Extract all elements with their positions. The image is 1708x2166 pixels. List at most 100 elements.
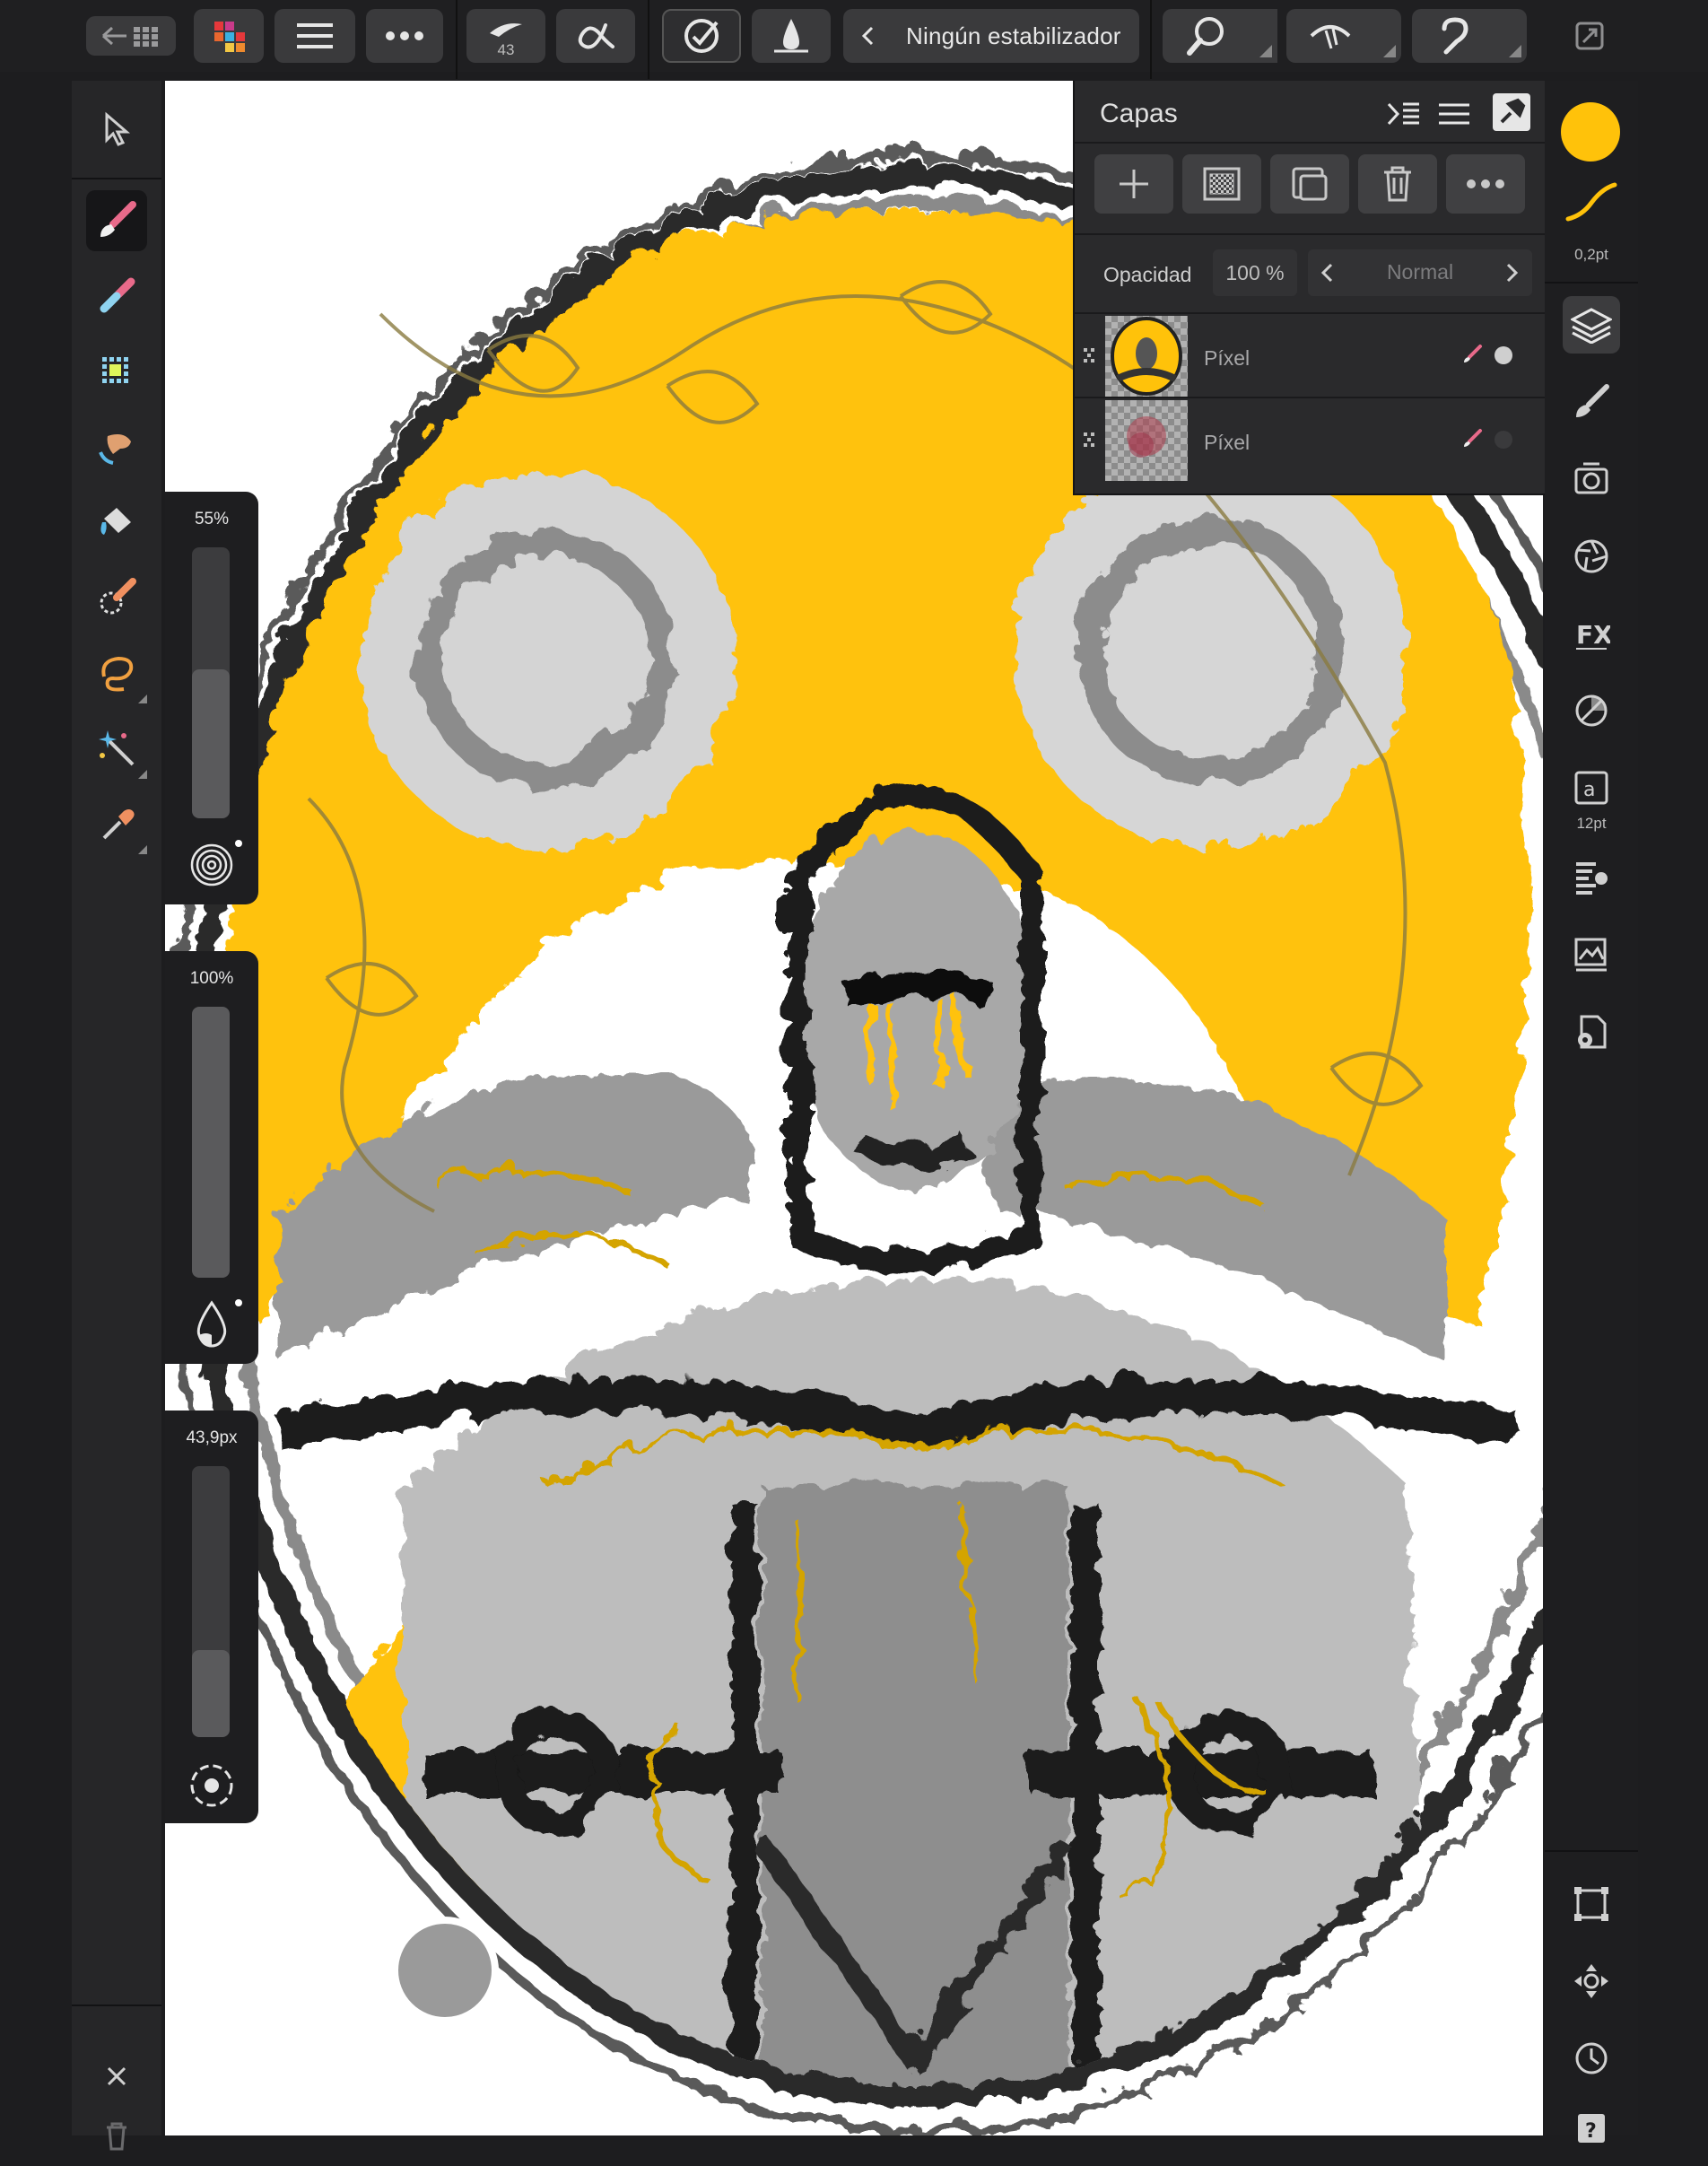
opacity-slider-track[interactable]	[192, 1007, 230, 1278]
svg-text:FX: FX	[1576, 620, 1610, 650]
layer-name: Píxel	[1204, 346, 1250, 370]
help-icon: ?	[1578, 2114, 1605, 2143]
flow-slider-fill	[192, 1650, 230, 1737]
panel-title: Capas	[1100, 99, 1178, 128]
document-gear-icon	[1578, 1015, 1607, 1049]
layer-visibility-toggle[interactable]	[1494, 346, 1512, 364]
blend-mode-selector[interactable]: Normal	[1308, 249, 1532, 296]
collapse-list-icon[interactable]	[1385, 99, 1421, 129]
color-wheel-icon	[1575, 694, 1608, 727]
layers-icon	[1571, 308, 1612, 344]
magic-wand-tool[interactable]	[86, 718, 147, 779]
back-to-gallery-button[interactable]	[86, 16, 176, 56]
move-tool[interactable]	[86, 99, 147, 160]
trash-icon	[107, 2122, 126, 2151]
magic-wand-icon	[99, 730, 135, 766]
text-box-icon: a	[1574, 771, 1608, 805]
opacity-slider[interactable]: 100%	[165, 951, 258, 1364]
adjustments-panel-button[interactable]	[1563, 450, 1620, 508]
stroke-width-label: 0,2pt	[1574, 246, 1608, 263]
delete-layer-button[interactable]	[1358, 154, 1437, 214]
document-settings-button[interactable]	[1563, 1003, 1620, 1061]
layer-row[interactable]: Píxel	[1075, 316, 1545, 397]
expand-icon	[1575, 22, 1604, 50]
navigator-panel-button[interactable]	[1563, 528, 1620, 585]
menu-button[interactable]	[274, 9, 355, 63]
paint-bucket-icon	[100, 508, 131, 535]
history-button[interactable]	[1563, 2030, 1620, 2087]
color-picker-tool[interactable]	[86, 567, 147, 628]
move-canvas-button[interactable]	[1563, 1952, 1620, 2010]
dropper-brush-icon	[100, 578, 136, 615]
stroke-curve-icon[interactable]	[1564, 179, 1618, 224]
eraser-tool[interactable]	[86, 266, 147, 327]
corner-triangle-icon	[138, 770, 147, 779]
hardness-icon	[190, 1764, 233, 1807]
drag-handle-icon[interactable]	[1082, 346, 1096, 364]
drag-handle-icon[interactable]	[1082, 431, 1096, 449]
duplicate-layer-button[interactable]	[1270, 154, 1349, 214]
brushes-panel-button[interactable]	[1563, 373, 1620, 431]
fx-panel-button[interactable]: FX	[1563, 605, 1620, 662]
size-slider-track[interactable]	[192, 547, 230, 818]
stabilizer-dropdown[interactable]: Ningún estabilizador	[843, 9, 1139, 63]
slider-indicator-dot	[235, 1299, 242, 1306]
studio-sidebar: 0,2pt FX a 12pt ?	[1545, 81, 1638, 2143]
delete-button[interactable]	[86, 2105, 147, 2166]
close-icon	[107, 2066, 126, 2086]
text-panel-button[interactable]: a	[1563, 759, 1620, 817]
eyedropper-icon	[102, 809, 135, 840]
selection-box-button[interactable]	[1563, 1875, 1620, 1933]
paint-brush-tool[interactable]	[86, 190, 147, 251]
layer-options-button[interactable]	[1446, 154, 1525, 214]
primary-color-swatch[interactable]	[1561, 102, 1620, 162]
brush-size-slider[interactable]: 55%	[165, 492, 258, 904]
layer-row[interactable]: Píxel	[1075, 400, 1545, 481]
lasso-tool[interactable]	[86, 642, 147, 703]
flow-slider[interactable]: 43,9px	[165, 1411, 258, 1823]
brush-indicator-icon	[1464, 429, 1482, 447]
stabilizer-label: Ningún estabilizador	[906, 22, 1121, 49]
fill-tool[interactable]	[86, 492, 147, 553]
size-rings-icon	[190, 843, 233, 886]
chevron-left-icon	[861, 26, 874, 46]
smudge-tool[interactable]	[86, 416, 147, 477]
lasso-icon	[101, 656, 134, 692]
assistant-button[interactable]	[1412, 9, 1527, 63]
alpha-lock-button[interactable]	[556, 9, 635, 63]
more-button[interactable]	[366, 9, 443, 63]
layer-opacity-field[interactable]: 100 %	[1213, 249, 1297, 296]
wet-edges-button[interactable]	[662, 9, 741, 63]
brush-icon	[1576, 384, 1609, 417]
fx-icon: FX	[1576, 620, 1610, 650]
flow-value: 43,9px	[186, 1428, 238, 1447]
persona-switch-button[interactable]	[194, 9, 264, 63]
eyedropper-tool[interactable]	[86, 793, 147, 854]
layer-thumbnail	[1105, 400, 1188, 481]
pin-panel-button[interactable]	[1493, 93, 1530, 131]
chevron-right-icon[interactable]	[1503, 262, 1521, 284]
add-layer-button[interactable]	[1094, 154, 1173, 214]
close-selection-button[interactable]	[86, 2046, 147, 2107]
zoom-button[interactable]	[1163, 9, 1277, 63]
help-button[interactable]: ?	[1563, 2100, 1620, 2157]
pixel-tool[interactable]	[86, 341, 147, 402]
wet-paint-button[interactable]	[752, 9, 831, 63]
plus-icon	[1120, 170, 1148, 198]
dynamics-icon	[684, 19, 719, 53]
add-mask-button[interactable]	[1182, 154, 1261, 214]
hamburger-icon	[297, 23, 333, 48]
tools-sidebar	[72, 81, 161, 2151]
corner-triangle-icon	[1509, 45, 1521, 57]
layers-panel-button[interactable]	[1563, 296, 1620, 354]
brush-picker-button[interactable]: 43	[466, 9, 545, 63]
fullscreen-button[interactable]	[1563, 9, 1616, 63]
library-panel-button[interactable]	[1563, 926, 1620, 983]
layer-visibility-toggle[interactable]	[1494, 431, 1512, 449]
flow-slider-track[interactable]	[192, 1466, 230, 1737]
transform-panel-button[interactable]	[1563, 849, 1620, 906]
color-panel-button[interactable]	[1563, 682, 1620, 739]
panel-menu-icon[interactable]	[1437, 100, 1471, 127]
brush-cursor	[391, 1917, 499, 2024]
view-mode-button[interactable]	[1286, 9, 1401, 63]
